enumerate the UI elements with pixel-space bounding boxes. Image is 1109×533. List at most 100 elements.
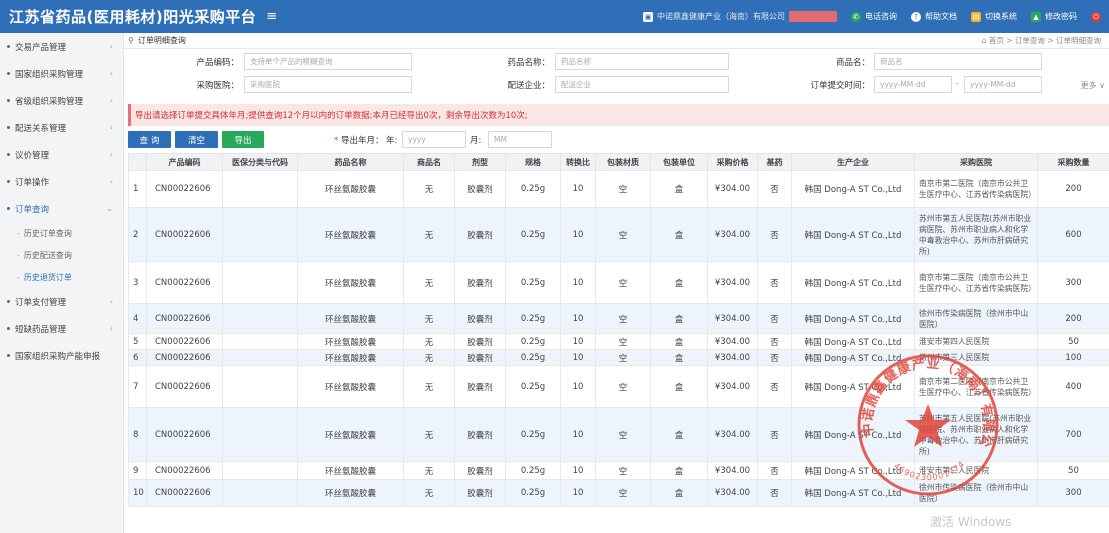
cell-quantity: 600 [1037,207,1109,262]
cell-quantity: 50 [1037,461,1109,480]
help-icon: ? [911,11,921,22]
col-hospital[interactable]: 采购医院 [914,153,1038,171]
col-ratio[interactable]: 转换比 [560,153,596,171]
hospital-input[interactable]: 采购医院 [244,76,412,93]
cell-ratio: 10 [560,349,596,366]
table-row[interactable]: 5 CN00022606 环丝氨酸胶囊无胶囊剂 0.25g 10 空盒 ¥304.00 否韩国… [128,333,1109,350]
export-year-input[interactable]: yyyy [402,131,466,148]
export-month-label: * 导出年月： [334,136,384,146]
cell-drug-name: 环丝氨酸胶囊 [297,303,404,334]
col-trade-name[interactable]: 商品名 [403,153,455,171]
col-index [128,153,147,171]
switch-system-link[interactable]: ▤ 切换系统 [971,11,1017,22]
table-row[interactable]: 1 CN00022606 环丝氨酸胶囊无胶囊剂 0.25g 10 空盒 ¥304.00 否韩国… [128,170,1109,208]
cell-ratio: 10 [560,479,596,507]
cell-drug-name: 环丝氨酸胶囊 [297,461,404,480]
col-drug-name[interactable]: 药品名称 [297,153,404,171]
cell-row-index: 3 [128,261,147,304]
col-pack-material[interactable]: 包装材质 [595,153,651,171]
cell-insurance-code [222,303,298,334]
chevron-left-icon: ‹ [109,324,113,333]
sidebar-item-provincial-procurement[interactable]: 省级组织采购管理 ‹ [0,87,123,114]
sidebar-subitem-history-returns[interactable]: - 历史退货订单 [0,266,123,288]
product-code-input[interactable]: 支持单个产品的模糊查询 [244,53,412,70]
sidebar-item-capacity-report[interactable]: 国家组织采购产能申报 [0,342,123,369]
sidebar-item-national-procurement[interactable]: 国家组织采购管理 ‹ [0,60,123,87]
chevron-left-icon: ‹ [109,297,113,306]
table-row[interactable]: 7 CN00022606 环丝氨酸胶囊无胶囊剂 0.25g 10 空盒 ¥304.00 否韩国… [128,365,1109,408]
cell-pack-unit: 盒 [650,479,708,507]
sidebar-item-order-payment[interactable]: 订单支付管理 ‹ [0,288,123,315]
distributor-input[interactable]: 配送企业 [555,76,729,93]
cell-insurance-code [222,170,298,208]
query-button[interactable]: 查 询 [128,131,171,148]
phone-query-link[interactable]: ✆ 电话咨询 [851,11,897,22]
col-price[interactable]: 采购价格 [707,153,758,171]
date-to-input[interactable]: yyyy-MM-dd [964,76,1042,93]
sidebar-item-distribution[interactable]: 配送关系管理 ‹ [0,114,123,141]
col-manufacturer[interactable]: 生产企业 [791,153,915,171]
exit-button[interactable]: ⏻ [1091,11,1105,22]
table-row[interactable]: 10 CN00022606 环丝氨酸胶囊无胶囊剂 0.25g 10 空盒 ¥304.00 否韩… [128,479,1109,507]
sidebar-item-order-operation[interactable]: 订单操作 ‹ [0,168,123,195]
help-docs-link[interactable]: ? 帮助文档 [911,11,957,22]
sidebar-item-negotiation[interactable]: 议价管理 ‹ [0,141,123,168]
cell-product-code: CN00022606 [146,261,223,304]
cell-insurance-code [222,333,298,350]
cell-drug-name: 环丝氨酸胶囊 [297,261,404,304]
cell-spec: 0.25g [505,407,561,462]
menu-toggle-icon[interactable]: ≡ [266,9,277,24]
trade-name-input[interactable]: 商品名 [874,53,1042,70]
table-row[interactable]: 8 CN00022606 环丝氨酸胶囊无胶囊剂 0.25g 10 空盒 ¥304.00 否韩国… [128,407,1109,462]
col-product-code[interactable]: 产品编码 [146,153,223,171]
redacted-badge [789,11,837,22]
sidebar-subitem-history-delivery[interactable]: - 历史配送查询 [0,244,123,266]
table-row[interactable]: 2 CN00022606 环丝氨酸胶囊无胶囊剂 0.25g 10 空盒 ¥304.00 否韩国… [128,207,1109,262]
cell-insurance-code [222,461,298,480]
cell-hospital: 常州市第三人民医院 [914,349,1038,366]
cell-hospital: 徐州市传染病医院（徐州市中山医院） [914,479,1038,507]
drug-name-input[interactable]: 药品名称 [555,53,729,70]
cell-pack-material: 空 [595,261,651,304]
table-row[interactable]: 6 CN00022606 环丝氨酸胶囊无胶囊剂 0.25g 10 空盒 ¥304.00 否韩国… [128,349,1109,366]
cell-row-index: 4 [128,303,147,334]
sidebar-item-order-query[interactable]: 订单查询 ⌄ [0,195,123,222]
col-quantity[interactable]: 采购数量 [1037,153,1109,171]
col-spec[interactable]: 规格 [505,153,561,171]
col-dosage-form[interactable]: 剂型 [454,153,506,171]
date-from-input[interactable]: yyyy-MM-dd [874,76,952,93]
table-row[interactable]: 9 CN00022606 环丝氨酸胶囊无胶囊剂 0.25g 10 空盒 ¥304.00 否韩国… [128,461,1109,480]
export-month-input[interactable]: MM [488,131,552,148]
table-row[interactable]: 4 CN00022606 环丝氨酸胶囊无胶囊剂 0.25g 10 空盒 ¥304.00 否韩国… [128,303,1109,334]
cell-base-drug: 否 [757,261,792,304]
cell-price: ¥304.00 [707,170,758,208]
date-separator: - [956,79,959,88]
sidebar-item-trade-products[interactable]: 交易产品管理 ‹ [0,33,123,60]
cell-pack-material: 空 [595,349,651,366]
cell-ratio: 10 [560,333,596,350]
product-code-label: 产品编码： [196,58,239,68]
breadcrumb-bar: ⚲ 订单明细查询 ⌂ 首页 > 订单查询 > 订单明细查询 [124,33,1109,49]
cell-trade-name: 无 [403,461,455,480]
col-base-drug[interactable]: 基药 [757,153,792,171]
cell-row-index: 2 [128,207,147,262]
cell-product-code: CN00022606 [146,407,223,462]
cell-spec: 0.25g [505,479,561,507]
clear-button[interactable]: 清空 [175,131,218,148]
bullet-icon [7,99,10,102]
more-filters-toggle[interactable]: 更多 ∨ [1081,80,1105,91]
cell-trade-name: 无 [403,207,455,262]
sidebar-item-shortage-drugs[interactable]: 短缺药品管理 ‹ [0,315,123,342]
breadcrumb-home[interactable]: 首页 [989,36,1004,45]
sidebar-subitem-history-orders[interactable]: - 历史订单查询 [0,222,123,244]
year-label: 年: [386,136,398,146]
change-password-link[interactable]: ▲ 修改密码 [1031,11,1077,22]
table-row[interactable]: 3 CN00022606 环丝氨酸胶囊无胶囊剂 0.25g 10 空盒 ¥304.00 否韩国… [128,261,1109,304]
export-button[interactable]: 导出 [222,131,264,148]
col-insurance-code[interactable]: 医保分类与代码 [222,153,298,171]
table-header-row: 产品编码 医保分类与代码 药品名称 商品名 剂型 规格 转换比 包装材质 包装单… [128,153,1109,171]
cell-trade-name: 无 [403,333,455,350]
col-pack-unit[interactable]: 包装单位 [650,153,708,171]
breadcrumb-order-query[interactable]: 订单查询 [1015,36,1045,45]
cell-quantity: 700 [1037,407,1109,462]
